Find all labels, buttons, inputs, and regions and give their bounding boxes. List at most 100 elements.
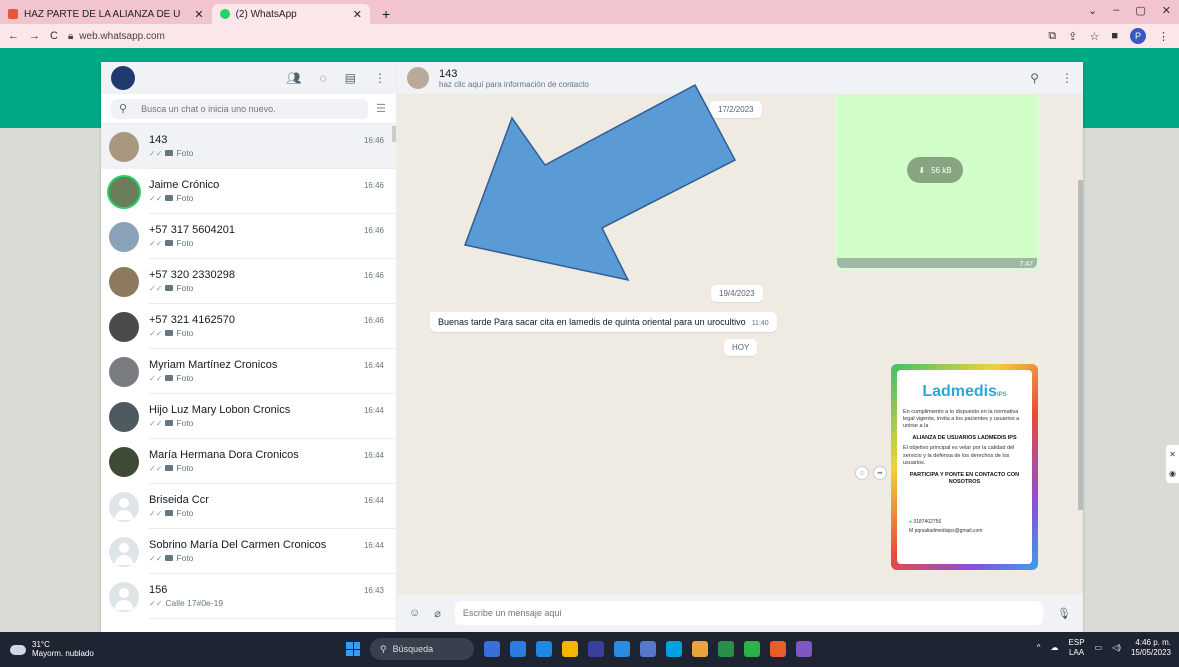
chat-list-item[interactable]: María Hermana Dora Cronicos 16:44 ✓✓ Foto xyxy=(101,439,396,484)
forward-icon[interactable]: → xyxy=(29,30,40,42)
taskbar-app-icon[interactable] xyxy=(796,641,812,657)
filter-icon[interactable]: ☰ xyxy=(376,102,386,115)
incoming-message[interactable]: Buenas tarde Para sacar cita en lamedis … xyxy=(430,312,777,332)
chat-avatar[interactable] xyxy=(109,446,139,477)
share-icon[interactable]: ⇪ xyxy=(1068,30,1077,43)
tab-whatsapp[interactable]: (2) WhatsApp ✕ xyxy=(211,4,370,24)
taskbar-app-icon[interactable] xyxy=(718,641,734,657)
read-ticks-icon: ✓✓ xyxy=(149,328,163,338)
chat-list-item[interactable]: Jaime Crónico 16:46 ✓✓ Foto xyxy=(101,169,396,214)
chat-avatar[interactable] xyxy=(109,311,139,342)
sidebar-header-icons: 👥︎ ◌ ▤ ⋮ xyxy=(286,71,386,85)
browser-menu-icon[interactable]: ⋮ xyxy=(1158,30,1169,43)
tab-alianza[interactable]: HAZ PARTE DE LA ALIANZA DE U ✕ xyxy=(0,4,212,24)
menu-icon[interactable]: ⋮ xyxy=(374,71,386,85)
chat-avatar[interactable] xyxy=(109,536,139,567)
chat-list-item[interactable]: 156 16:43 ✓✓ Calle 17#0e-19 xyxy=(101,574,396,619)
image-message[interactable]: ⬇ 56 kB 7:47 xyxy=(835,95,1039,270)
language-indicator[interactable]: ESP LAA xyxy=(1069,638,1085,657)
close-tab-icon[interactable]: ✕ xyxy=(194,8,203,21)
volume-icon[interactable]: ◁) xyxy=(1112,643,1121,652)
chat-list-item[interactable]: Myriam Martínez Cronicos 16:44 ✓✓ Foto xyxy=(101,349,396,394)
chat-avatar[interactable] xyxy=(109,131,139,162)
taskbar-app-icon[interactable] xyxy=(484,641,500,657)
close-window-button[interactable]: ✕ xyxy=(1162,4,1171,17)
status-icon[interactable]: ◌ xyxy=(320,71,327,85)
minimize-button[interactable]: – xyxy=(1113,4,1119,17)
profile-avatar[interactable]: P xyxy=(1130,28,1146,44)
search-icon: ⚲ xyxy=(380,643,387,654)
new-tab-button[interactable]: + xyxy=(376,4,396,24)
chat-avatar[interactable] xyxy=(109,356,139,387)
chat-list-item[interactable]: Sobrino María Del Carmen Cronicos 16:44 ✓✓… xyxy=(101,529,396,574)
chat-avatar[interactable] xyxy=(109,266,139,297)
chat-avatar[interactable] xyxy=(109,581,139,612)
taskbar-app-icon[interactable] xyxy=(536,641,552,657)
chat-avatar[interactable] xyxy=(109,176,139,207)
chat-list-item[interactable]: Hijo Luz Mary Lobon Cronics 16:44 ✓✓ Foto xyxy=(101,394,396,439)
microphone-icon[interactable]: 🎙︎ xyxy=(1057,607,1071,620)
windows-start-icon[interactable] xyxy=(346,642,360,656)
back-icon[interactable]: ← xyxy=(8,30,19,42)
chat-name: Briseida Ccr xyxy=(149,494,209,506)
chat-list-item[interactable]: Briseida Ccr 16:44 ✓✓ Foto xyxy=(101,484,396,529)
communities-icon[interactable]: 👥︎ xyxy=(286,71,301,85)
taskbar-app-icon[interactable] xyxy=(640,641,656,657)
install-app-icon[interactable]: ⧉ xyxy=(1048,30,1056,43)
taskbar-app-icon[interactable] xyxy=(666,641,682,657)
edge-widget[interactable]: ✕ ◉ xyxy=(1166,445,1179,483)
contact-info[interactable]: 143 haz clic aquí para información de co… xyxy=(439,68,589,89)
taskbar-app-icon[interactable] xyxy=(614,641,630,657)
taskbar-app-icon[interactable] xyxy=(744,641,760,657)
search-icon[interactable]: ⚲ xyxy=(1030,71,1039,85)
chat-list-scrollbar[interactable] xyxy=(392,126,396,142)
chat-list-item[interactable]: +57 317 5604201 16:46 ✓✓ Foto xyxy=(101,214,396,259)
chat-item-top: Sobrino María Del Carmen Cronicos 16:44 xyxy=(149,539,384,551)
chat-avatar[interactable] xyxy=(109,401,139,432)
contact-avatar[interactable] xyxy=(407,67,429,89)
bookmark-star-icon[interactable]: ☆ xyxy=(1089,30,1099,43)
chat-list-item[interactable]: +57 321 4162570 16:46 ✓✓ Foto xyxy=(101,304,396,349)
message-input[interactable] xyxy=(454,601,1044,625)
close-icon[interactable]: ✕ xyxy=(1169,450,1176,459)
clock[interactable]: 4:46 p. m. 15/05/2023 xyxy=(1131,638,1171,657)
tray-overflow-icon[interactable]: ^ xyxy=(1037,643,1041,652)
url-field[interactable]: 🔒︎ web.whatsapp.com xyxy=(68,31,165,42)
chat-header[interactable]: 143 haz clic aquí para información de co… xyxy=(397,62,1083,94)
tab-search-icon[interactable]: ⌄ xyxy=(1088,4,1097,17)
emoji-reaction-icon[interactable]: ☺ xyxy=(855,466,869,480)
attach-icon[interactable]: ⌀ xyxy=(434,607,441,620)
taskbar-app-icon[interactable] xyxy=(692,641,708,657)
toggle-icon[interactable]: ◉ xyxy=(1169,469,1176,478)
weather-widget[interactable]: 31°C Mayorm. nublado xyxy=(0,640,94,659)
taskbar-app-icon[interactable] xyxy=(562,641,578,657)
my-profile-avatar[interactable] xyxy=(111,66,135,90)
forward-icon[interactable]: ➦ xyxy=(873,466,887,480)
taskbar-app-icon[interactable] xyxy=(588,641,604,657)
maximize-button[interactable]: ▢ xyxy=(1135,4,1145,17)
chat-item-body: Briseida Ccr 16:44 ✓✓ Foto xyxy=(149,484,396,529)
flyer-email: M pqrsaliadmedisips@gmail.com xyxy=(909,528,983,534)
messages-scrollbar[interactable] xyxy=(1078,180,1083,510)
flyer-image-message[interactable]: LadmedisIPS En cumplimiento a lo dispues… xyxy=(891,364,1038,570)
taskbar-search[interactable]: ⚲ Búsqueda xyxy=(370,638,474,660)
taskbar-app-icon[interactable] xyxy=(510,641,526,657)
network-icon[interactable]: ▭ xyxy=(1095,643,1103,652)
chat-list-item[interactable]: +57 320 2330298 16:46 ✓✓ Foto xyxy=(101,259,396,304)
search-input[interactable] xyxy=(139,102,361,115)
chat-name: Sobrino María Del Carmen Cronicos xyxy=(149,539,327,551)
sidepanel-icon[interactable]: ■ xyxy=(1111,30,1118,42)
chat-list-item[interactable]: 143 16:46 ✓✓ Foto xyxy=(101,124,396,169)
chat-avatar[interactable] xyxy=(109,221,139,252)
new-chat-icon[interactable]: ▤ xyxy=(345,71,356,85)
reload-icon[interactable]: C xyxy=(50,30,58,42)
taskbar-app-icon[interactable] xyxy=(770,641,786,657)
photo-icon xyxy=(165,195,174,201)
menu-icon[interactable]: ⋮ xyxy=(1061,71,1073,85)
chat-avatar[interactable] xyxy=(109,491,139,522)
chat-time: 16:43 xyxy=(363,586,384,595)
cloud-sync-icon[interactable]: ☁ xyxy=(1051,643,1059,652)
download-button[interactable]: ⬇ 56 kB xyxy=(907,157,963,183)
close-tab-icon[interactable]: ✕ xyxy=(353,8,362,21)
emoji-icon[interactable]: ☺ xyxy=(409,607,420,619)
